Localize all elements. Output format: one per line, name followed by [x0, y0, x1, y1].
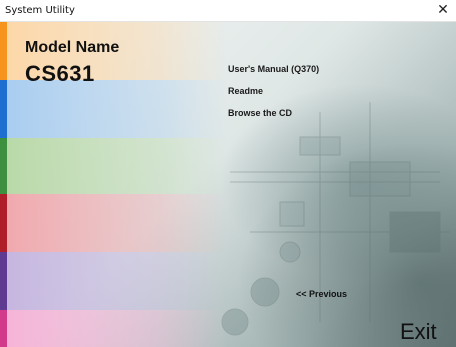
readme-link[interactable]: Readme — [228, 86, 263, 96]
color-band — [7, 252, 227, 310]
color-band — [7, 310, 227, 347]
app-window: System Utility ✕ Model Name CS631 User's… — [0, 0, 456, 347]
color-strip — [0, 194, 7, 252]
previous-link[interactable]: << Previous — [296, 289, 347, 299]
close-icon[interactable]: ✕ — [436, 2, 450, 18]
model-info: Model Name CS631 — [25, 39, 119, 87]
main-panel: Model Name CS631 User's Manual (Q370) Re… — [0, 22, 456, 347]
color-band — [7, 80, 227, 138]
title-bar: System Utility ✕ — [0, 0, 456, 22]
color-strip — [0, 310, 7, 347]
color-band — [7, 138, 227, 194]
window-title: System Utility — [5, 5, 75, 16]
exit-button[interactable]: Exit — [400, 319, 437, 345]
color-strip — [0, 138, 7, 194]
model-name-label: Model Name — [25, 39, 120, 56]
color-strip — [0, 80, 7, 138]
browse-cd-link[interactable]: Browse the CD — [228, 108, 292, 118]
users-manual-link[interactable]: User's Manual (Q370) — [228, 64, 319, 74]
color-strip — [0, 22, 7, 80]
color-strip — [0, 252, 7, 310]
color-band — [7, 194, 227, 252]
model-name-value: CS631 — [25, 61, 95, 86]
